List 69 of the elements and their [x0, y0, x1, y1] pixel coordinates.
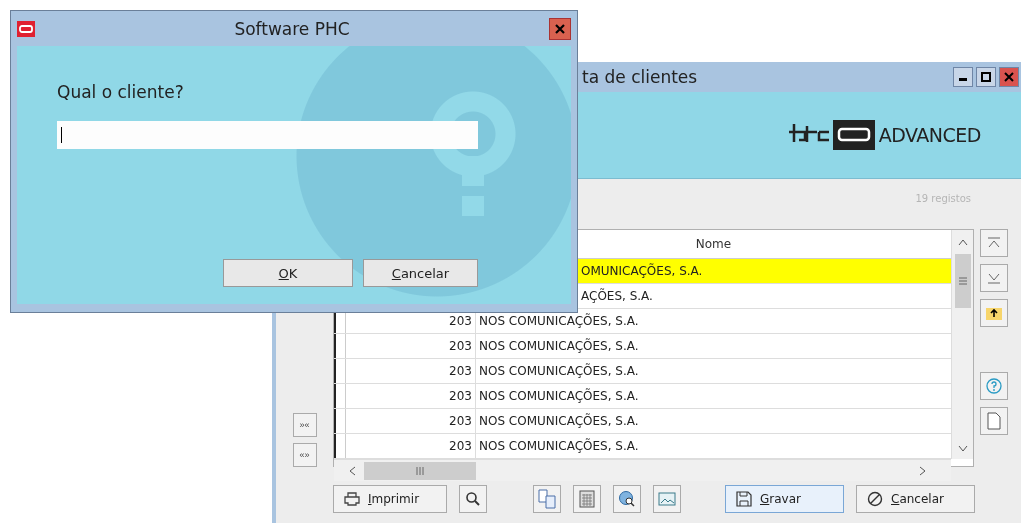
cancel-button[interactable]: Cancelar [363, 259, 478, 287]
close-button[interactable] [549, 17, 571, 40]
table-cell: NOS COMUNICAÇÕES, S.A. [479, 314, 639, 328]
document-icon [987, 412, 1001, 430]
calculator-icon [579, 490, 595, 508]
table-cell: OMUNICAÇÕES, S.A. [581, 264, 703, 278]
scroll-up-icon [957, 238, 968, 246]
table-cell: 203 [346, 359, 476, 383]
arrow-up-to-line-icon [987, 237, 1001, 249]
first-record-button[interactable] [980, 229, 1008, 257]
folder-up-button[interactable] [980, 299, 1008, 327]
print-button[interactable]: Imprimir [333, 485, 447, 513]
close-icon [1004, 72, 1014, 82]
help-button[interactable] [980, 372, 1008, 400]
scroll-down-icon [957, 445, 968, 453]
grip-icon [416, 466, 424, 475]
vertical-scrollbar[interactable] [951, 230, 973, 459]
web-search-button[interactable] [613, 485, 641, 513]
save-button[interactable]: Gravar [725, 485, 844, 513]
client-input-field[interactable] [57, 121, 478, 149]
logo-text: ADVANCED [878, 124, 981, 146]
search-icon [465, 491, 481, 507]
table-cell: 203 [346, 384, 476, 408]
maximize-icon [981, 72, 991, 82]
scroll-thumb[interactable] [364, 461, 476, 480]
cancel-button[interactable]: Cancelar [856, 485, 975, 513]
maximize-button[interactable] [976, 67, 996, 87]
arrow-down-to-line-icon [987, 272, 1001, 284]
floppy-disk-icon [736, 491, 752, 507]
last-record-button[interactable] [980, 264, 1008, 292]
grip-icon [958, 277, 967, 285]
table-cell: 203 [346, 334, 476, 358]
image-button[interactable] [653, 485, 681, 513]
printer-icon [344, 492, 360, 506]
scroll-left-icon [348, 465, 356, 476]
copy-button[interactable] [533, 485, 561, 513]
ok-button[interactable]: OK [223, 259, 353, 287]
close-button[interactable] [999, 67, 1019, 87]
dialog-title: Software PHC [234, 18, 350, 39]
picture-frame-icon [658, 491, 676, 507]
table-row[interactable]: 203 NOS COMUNICAÇÕES, S.A. [334, 434, 951, 459]
table-cell: NOS COMUNICAÇÕES, S.A. [479, 414, 639, 428]
table-cell: NOS COMUNICAÇÕES, S.A. [479, 339, 639, 353]
table-row[interactable]: 203 NOS COMUNICAÇÕES, S.A. [334, 359, 951, 384]
calculator-button[interactable] [573, 485, 601, 513]
help-icon [986, 378, 1002, 394]
table-row[interactable]: 203 NOS COMUNICAÇÕES, S.A. [334, 384, 951, 409]
table-cell: NOS COMUNICAÇÕES, S.A. [479, 389, 639, 403]
window-title: ta de clientes [582, 67, 698, 87]
table-cell: 203 [346, 434, 476, 458]
collapse-button[interactable]: »« [292, 413, 317, 437]
new-document-button[interactable] [980, 407, 1008, 435]
minimize-button[interactable] [953, 67, 973, 87]
search-button[interactable] [459, 485, 487, 513]
table-row[interactable]: 203 NOS COMUNICAÇÕES, S.A. [334, 409, 951, 434]
table-cell: NOS COMUNICAÇÕES, S.A. [479, 439, 639, 453]
table-cell: NOS COMUNICAÇÕES, S.A. [479, 364, 639, 378]
documents-icon [538, 489, 556, 509]
table-cell: AÇÕES, S.A. [581, 289, 653, 303]
prompt-label: Qual o cliente? [57, 82, 185, 102]
table-cell: 203 [346, 409, 476, 433]
close-icon [555, 23, 565, 34]
expand-button[interactable]: «» [292, 443, 317, 467]
app-logo-icon [17, 20, 35, 37]
table-row[interactable]: 203 NOS COMUNICAÇÕES, S.A. [334, 334, 951, 359]
cancel-icon [867, 491, 883, 507]
globe-icon [618, 490, 636, 508]
scroll-thumb[interactable] [954, 254, 971, 308]
scroll-right-icon [919, 465, 927, 476]
